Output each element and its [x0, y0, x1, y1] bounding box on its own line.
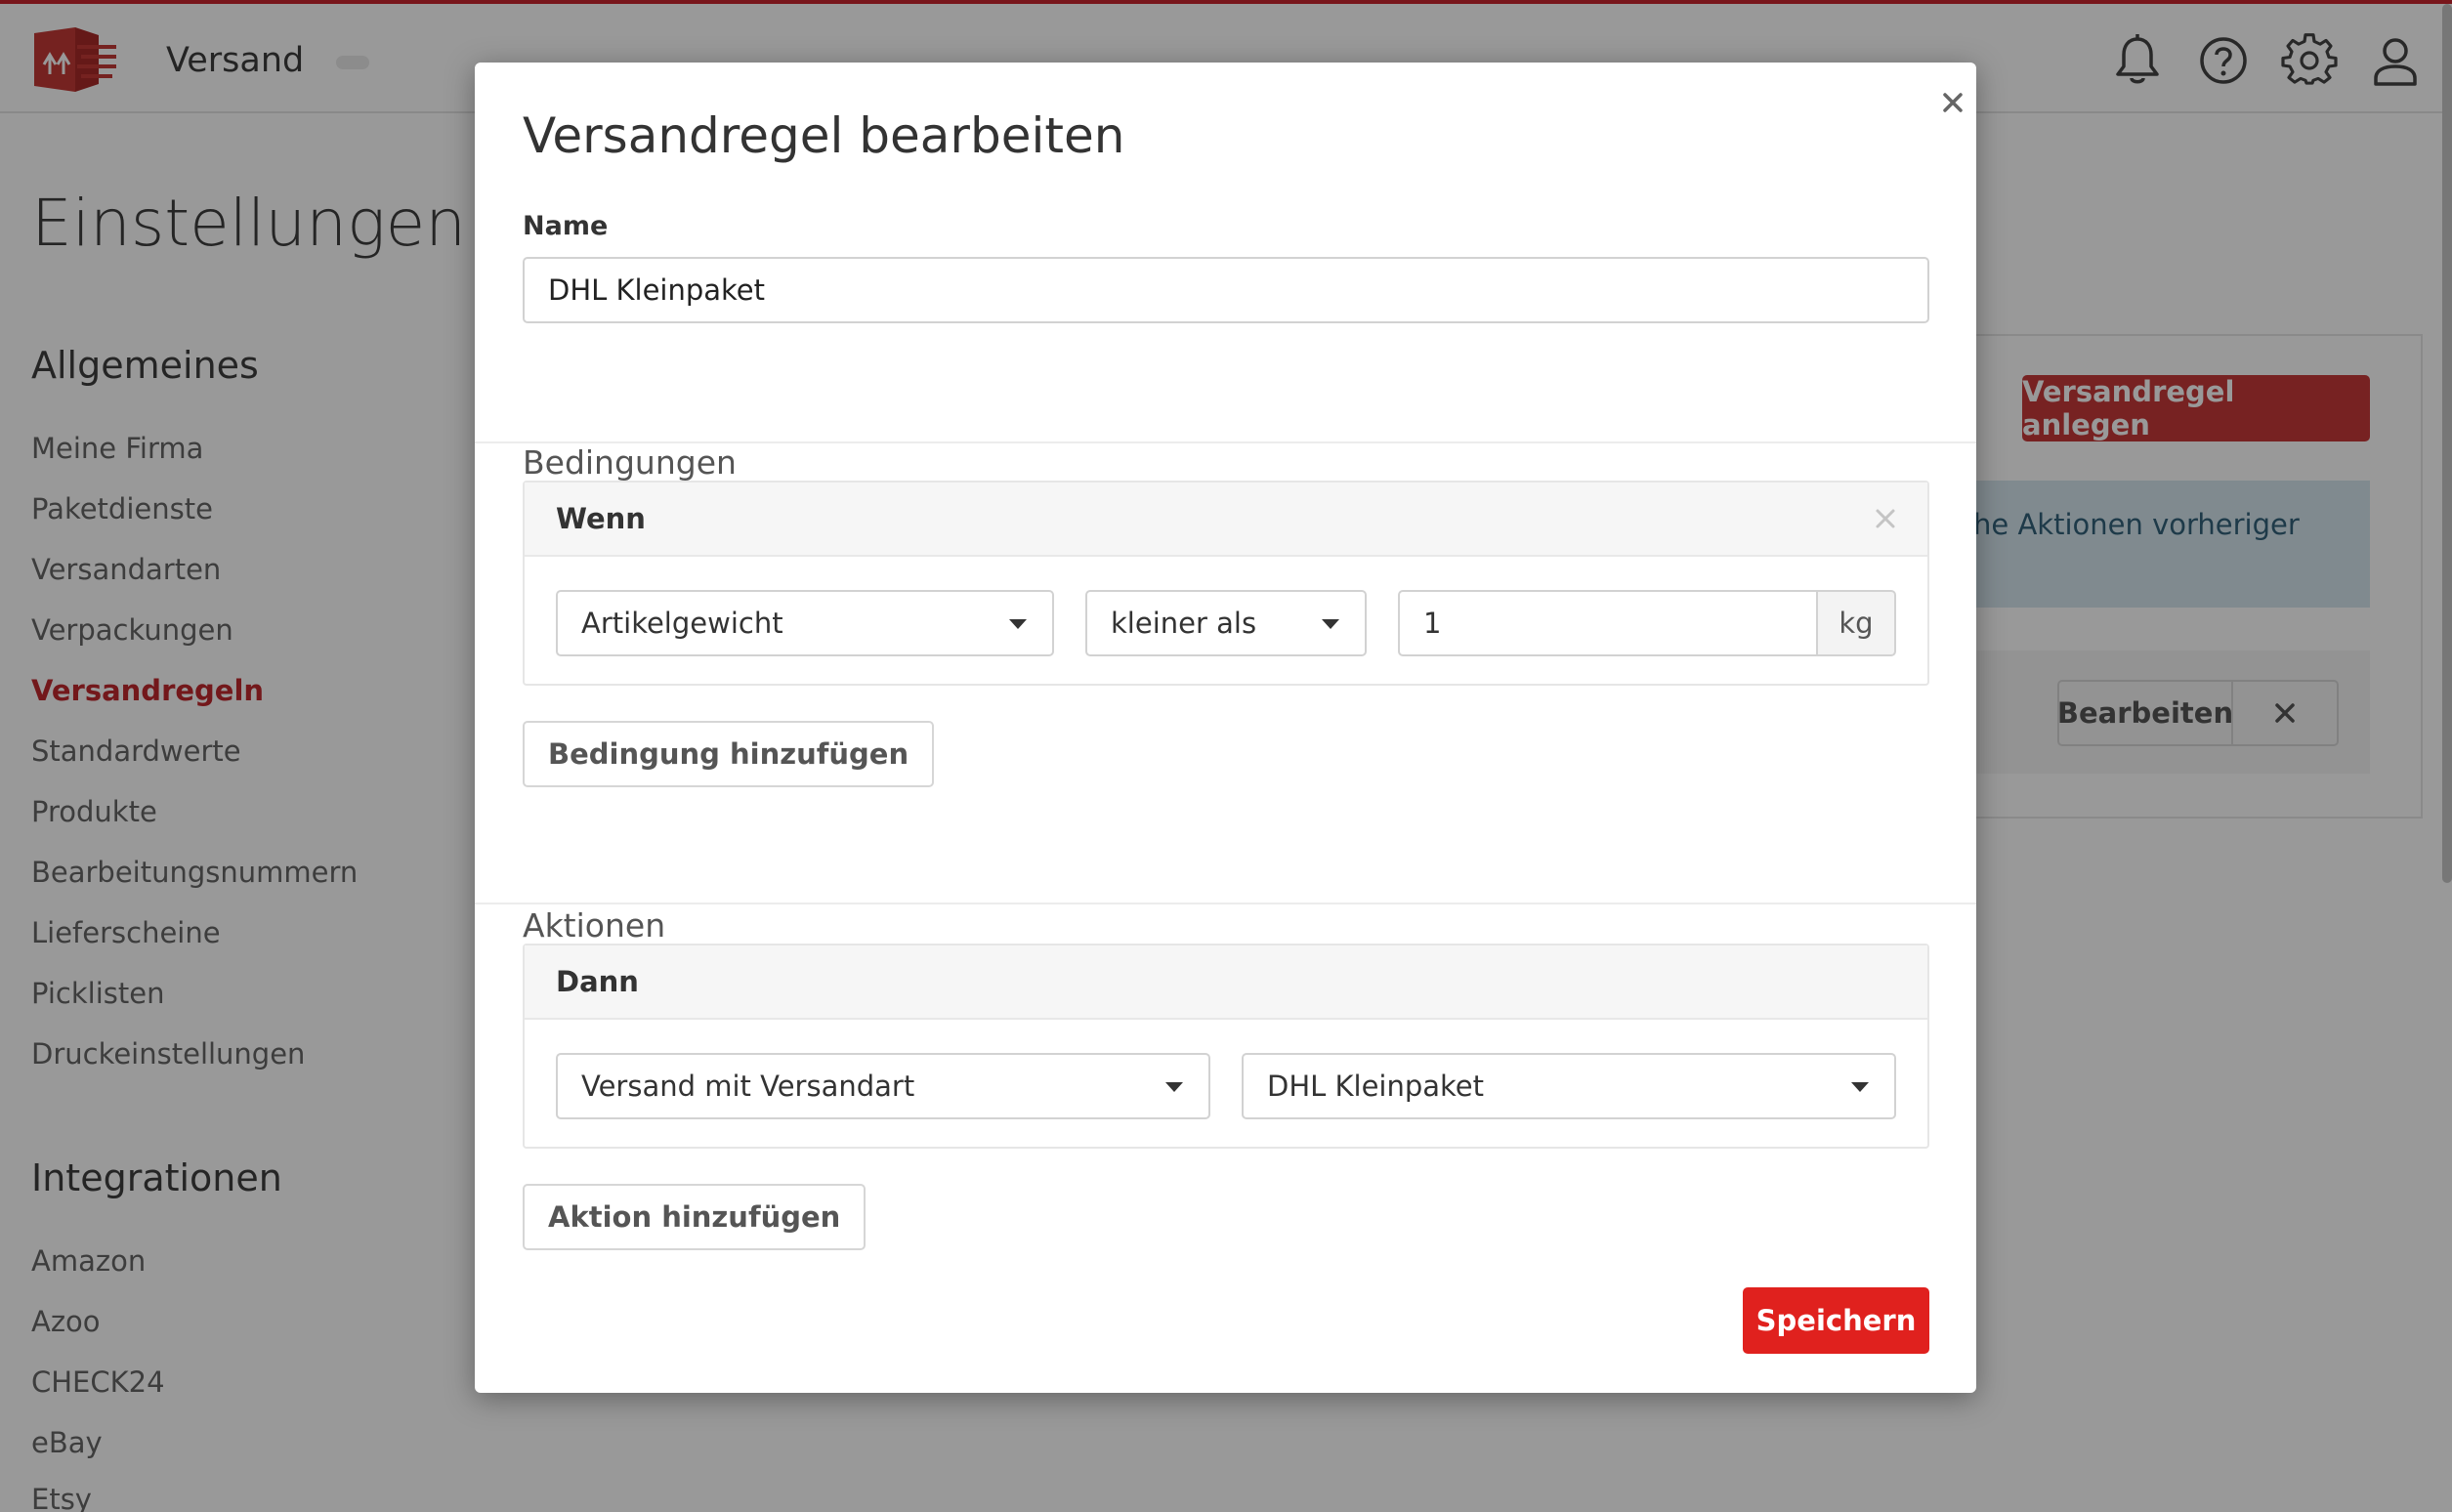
- actions-title: Aktionen: [523, 906, 666, 945]
- add-action-button[interactable]: Aktion hinzufügen: [523, 1184, 867, 1250]
- condition-operator-select[interactable]: kleiner als: [1085, 590, 1367, 656]
- action-card: Dann Versand mit Versandart DHL Kleinpak…: [523, 944, 1929, 1149]
- condition-card-title: Wenn: [556, 502, 646, 535]
- close-icon: [1943, 93, 1963, 112]
- action-type-value: Versand mit Versandart: [581, 1070, 915, 1103]
- condition-value: 1: [1423, 607, 1442, 640]
- remove-condition-button[interactable]: [1863, 496, 1908, 541]
- condition-card: Wenn Artikelgewicht kleiner als 1 kg: [523, 481, 1929, 686]
- condition-card-header: Wenn: [525, 483, 1927, 557]
- chevron-down-icon: [1165, 1082, 1183, 1092]
- chevron-down-icon: [1851, 1082, 1869, 1092]
- dialog-close-button[interactable]: [1928, 78, 1977, 127]
- condition-field-select[interactable]: Artikelgewicht: [556, 590, 1054, 656]
- actions-divider: [475, 903, 1976, 904]
- conditions-title: Bedingungen: [523, 443, 737, 482]
- chevron-down-icon: [1009, 619, 1027, 629]
- action-card-header: Dann: [525, 945, 1927, 1020]
- action-target-select[interactable]: DHL Kleinpaket: [1242, 1053, 1896, 1119]
- close-icon: [1876, 509, 1895, 528]
- edit-rule-dialog: Versandregel bearbeiten Name Bedingungen…: [475, 63, 1976, 1393]
- dialog-title: Versandregel bearbeiten: [523, 107, 1125, 164]
- action-card-title: Dann: [556, 965, 639, 998]
- unit-addon: kg: [1818, 590, 1896, 656]
- condition-operator-value: kleiner als: [1111, 607, 1257, 640]
- condition-value-input[interactable]: 1: [1398, 590, 1818, 656]
- add-condition-button[interactable]: Bedingung hinzufügen: [523, 721, 935, 787]
- action-type-select[interactable]: Versand mit Versandart: [556, 1053, 1210, 1119]
- condition-field-value: Artikelgewicht: [581, 607, 783, 640]
- save-button[interactable]: Speichern: [1743, 1287, 1929, 1354]
- name-label: Name: [523, 211, 609, 241]
- name-input[interactable]: [523, 257, 1929, 323]
- chevron-down-icon: [1322, 619, 1339, 629]
- action-target-value: DHL Kleinpaket: [1267, 1070, 1485, 1103]
- conditions-divider: [475, 441, 1976, 443]
